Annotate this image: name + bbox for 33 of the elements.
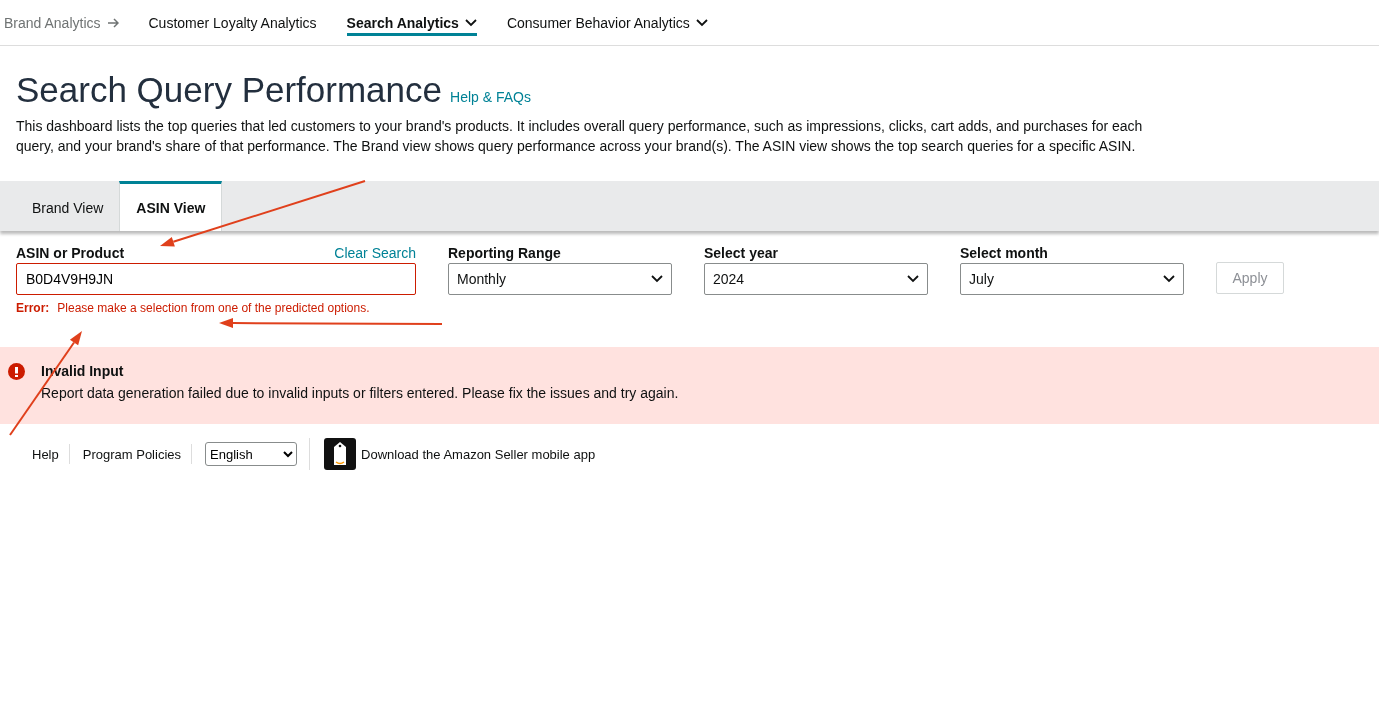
nav-link[interactable]: Search Analytics xyxy=(346,9,477,36)
exclamation-icon xyxy=(8,363,25,380)
footer-link[interactable]: Help xyxy=(32,444,70,464)
alert-message: Report data generation failed due to invalid inputs or filters entered. Please fix the issues and try again. xyxy=(41,385,679,401)
field-label: Select year xyxy=(704,245,778,261)
language-select[interactable]: English xyxy=(205,442,297,466)
field-label: Reporting Range xyxy=(448,245,561,261)
app-download-link[interactable]: Download the Amazon Seller mobile app xyxy=(309,438,596,470)
error-label: Error: xyxy=(16,301,50,315)
chevron-down-icon xyxy=(651,275,663,283)
field-label: ASIN or Product xyxy=(16,245,125,261)
view-tab[interactable]: ASIN View xyxy=(119,181,223,231)
clear-search-link[interactable]: Clear Search xyxy=(334,245,416,261)
nav-link[interactable]: Brand Analytics xyxy=(4,9,119,36)
view-tab[interactable]: Brand View xyxy=(16,185,120,231)
page-description: This dashboard lists the top queries that led customers to your brand's products. It includes overall query performance, such as impressions, clicks, cart adds, and purchases for each query, and your brand's share of that performance. The Brand view shows query performance across your brand(s). The ASIN view shows the top search queries for a specific ASIN. xyxy=(16,117,1144,156)
chevron-down-icon xyxy=(464,18,477,27)
field-label: Select month xyxy=(960,245,1048,261)
shopping-tag-icon xyxy=(324,438,356,470)
select-dropdown[interactable]: July xyxy=(960,263,1184,295)
chevron-down-icon xyxy=(1163,275,1175,283)
nav-link[interactable]: Consumer Behavior Analytics xyxy=(506,9,708,36)
arrow-right-icon xyxy=(106,17,119,28)
page-title: Search Query Performance xyxy=(16,70,442,110)
select-dropdown[interactable]: Monthly xyxy=(448,263,672,295)
chevron-down-icon xyxy=(695,18,708,27)
asin-input-field[interactable]: B0D4V9H9JN xyxy=(16,263,416,295)
help-link[interactable]: Help & FAQs xyxy=(450,89,531,105)
error-message: Please make a selection from one of the predicted options. xyxy=(57,301,370,315)
nav-link[interactable]: Customer Loyalty Analytics xyxy=(148,9,317,36)
select-dropdown[interactable]: 2024 xyxy=(704,263,928,295)
footer-link[interactable]: Program Policies xyxy=(69,444,192,464)
chevron-down-icon xyxy=(907,275,919,283)
